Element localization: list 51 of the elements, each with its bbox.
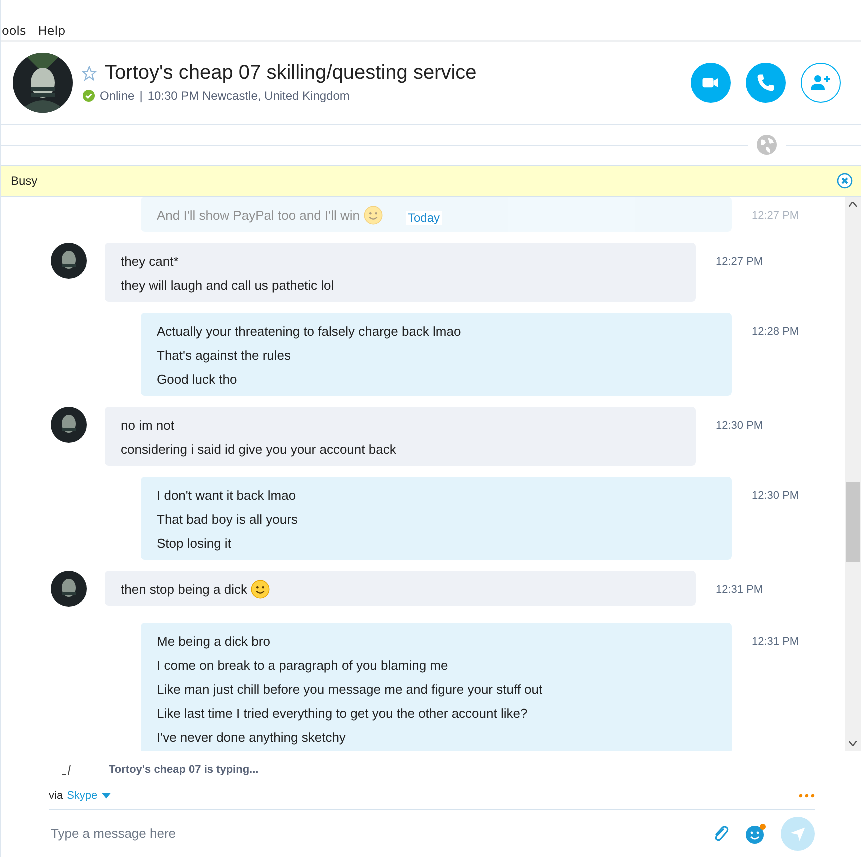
message-text: Actually your threatening to falsely charge back lmao — [157, 324, 462, 338]
message-text: Good luck tho — [157, 372, 238, 386]
message-time: 12:27 PM — [716, 256, 764, 268]
close-icon[interactable] — [837, 173, 853, 189]
message-text: Me being a dick bro — [157, 634, 270, 648]
call-button[interactable] — [746, 63, 786, 103]
location-text: 10:30 PM Newcastle, United Kingdom — [148, 89, 350, 103]
notification-text: Busy — [11, 174, 38, 188]
more-icon[interactable] — [799, 794, 815, 798]
message-text: no im not — [121, 418, 174, 432]
message-text: considering i said id give you your account back — [121, 442, 396, 456]
message-time: 12:27 PM — [752, 210, 800, 222]
scrollbar-thumb[interactable] — [846, 482, 860, 562]
message-text: Like last time I tried everything to get you the other account like? — [157, 706, 528, 720]
scroll-down-icon[interactable] — [849, 741, 857, 746]
message-input[interactable]: Type a message here — [49, 825, 697, 842]
video-call-button[interactable] — [691, 63, 731, 103]
send-button[interactable] — [781, 816, 815, 850]
message-text: I come on break to a paragraph of you blaming me — [157, 658, 448, 672]
menu-item[interactable]: Help — [38, 24, 66, 38]
via-label: via — [49, 790, 64, 802]
message-text: then stop being a dick — [121, 582, 248, 596]
message-text: I've never done anything sketchy — [157, 730, 346, 744]
message-text: they cant* — [121, 254, 179, 268]
typing-indicator: Tortoy's cheap 07 is typing... — [109, 764, 259, 776]
message-text: they will laugh and call us pathetic lol — [121, 278, 334, 292]
message-text: And I'll show PayPal too and I'll win — [157, 208, 360, 222]
menu-item[interactable]: ools — [2, 24, 26, 38]
contact-name: Tortoy's cheap 07 skilling/questing service — [105, 62, 477, 85]
smiley-icon — [364, 206, 383, 224]
scroll-up-icon[interactable] — [849, 202, 857, 207]
message-text: Stop losing it — [157, 536, 232, 550]
star-icon[interactable] — [82, 66, 97, 81]
message-time: 12:31 PM — [716, 584, 764, 596]
message-time: 12:28 PM — [752, 326, 800, 338]
caret-icon — [102, 793, 111, 799]
phone-icon — [755, 72, 777, 94]
status-text: Online — [100, 89, 135, 103]
message-text: That's against the rules — [157, 348, 291, 362]
message-text: Like man just chill before you message me and figure your stuff out — [157, 682, 543, 696]
add-contact-button[interactable] — [801, 63, 841, 103]
separator: | — [140, 89, 143, 103]
emoticon-icon[interactable] — [745, 822, 767, 844]
message-text: I don't want it back lmao — [157, 488, 296, 502]
globe-icon[interactable] — [756, 134, 778, 156]
message-time: 12:30 PM — [716, 420, 764, 432]
message-time: 12:31 PM — [752, 636, 800, 648]
message-text: That bad boy is all yours — [157, 512, 298, 526]
scrollbar[interactable] — [845, 197, 861, 751]
message-time: 12:30 PM — [752, 490, 800, 502]
smiley-icon — [251, 580, 270, 598]
